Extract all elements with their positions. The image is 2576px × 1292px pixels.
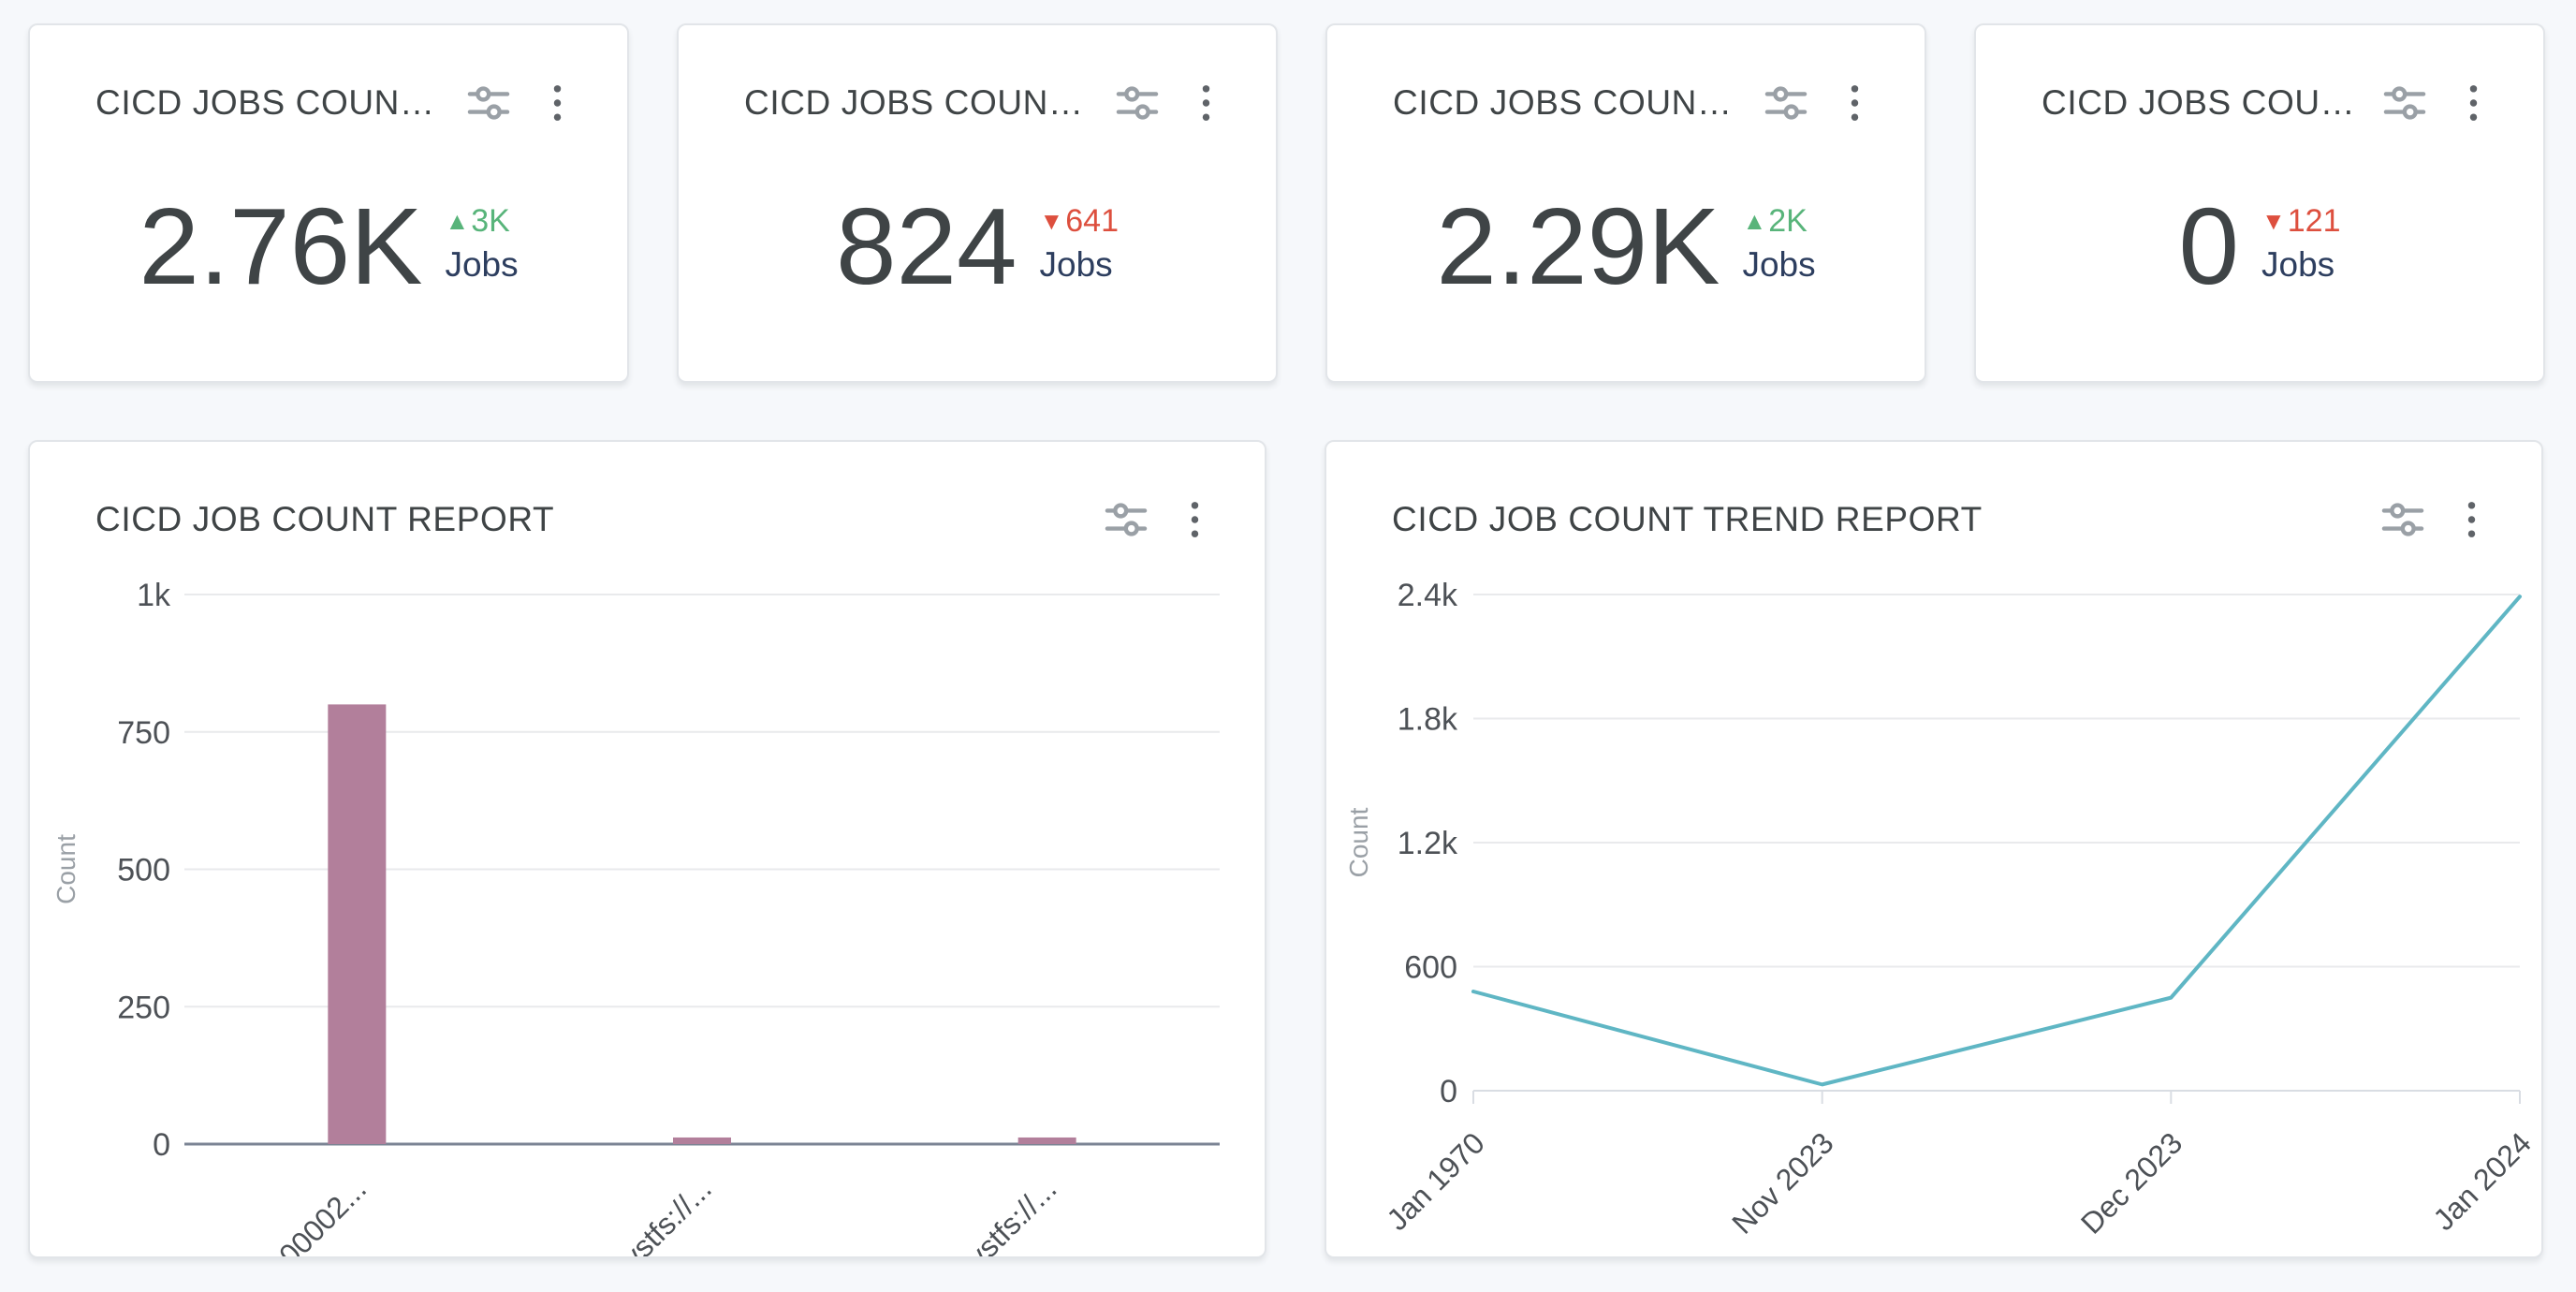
dashboard: CICD JOBS COUNT SINGLE S... 2.76K ▲3K Jo… (0, 0, 2576, 1258)
card-header: CICD JOBS COUNT SINGLE S... (30, 25, 627, 123)
kpi-card-1: CICD JOBS COUNT SINGLE S... 2.76K ▲3K Jo… (28, 23, 629, 383)
trend-arrow-icon: ▼ (1040, 208, 1064, 235)
y-tick-label: 0 (153, 1127, 170, 1163)
y-tick-label: 500 (117, 853, 170, 888)
y-axis-title: Count (51, 834, 80, 904)
card-title: CICD JOB COUNT REPORT (95, 500, 1078, 539)
kpi-value: 0 (2179, 192, 2240, 301)
kebab-menu-icon[interactable] (2467, 500, 2476, 539)
kpi-body: 2.76K ▲3K Jobs (30, 123, 627, 381)
kpi-unit: Jobs (2261, 245, 2334, 285)
card-header: CICD JOB COUNT REPORT (30, 442, 1265, 539)
line-chart-svg: 2.4k 1.8k 1.2k 600 0 Count Jan 1970 Nov 2023 Dec… (1326, 539, 2541, 1256)
card-header: CICD JOBS COUNT SINGLE S... (679, 25, 1276, 123)
kpi-unit: Jobs (1742, 245, 1815, 285)
bar[interactable] (673, 1138, 731, 1144)
card-title: CICD JOBS COUNT SINGLE S... (1393, 83, 1738, 123)
card-actions (1764, 83, 1859, 123)
x-tick-label: vstfs://... (960, 1171, 1063, 1256)
kpi-card-2: CICD JOBS COUNT SINGLE S... 824 ▼641 Job… (677, 23, 1278, 383)
kpi-unit: Jobs (445, 245, 518, 285)
x-tick-label: vstfs://... (615, 1171, 718, 1256)
chart-row: CICD JOB COUNT REPORT 1k 750 500 250 0 Count 0… (28, 440, 2543, 1258)
y-axis-title: Count (1344, 807, 1373, 877)
trend-arrow-icon: ▲ (1742, 208, 1766, 235)
kpi-delta: ▲2K (1742, 204, 1807, 239)
y-tick-label: 1.8k (1398, 702, 1458, 738)
x-tick-label: Jan 2024 (2426, 1125, 2538, 1237)
trend-arrow-icon: ▲ (445, 208, 469, 235)
bar-chart-card: CICD JOB COUNT REPORT 1k 750 500 250 0 Count 0… (28, 440, 1266, 1258)
card-header: CICD JOBS COUNT SINGLE S... (1976, 25, 2543, 123)
kebab-menu-icon[interactable] (1851, 83, 1859, 123)
kpi-card-4: CICD JOBS COUNT SINGLE S... 0 ▼121 Jobs (1974, 23, 2545, 383)
kebab-menu-icon[interactable] (1202, 83, 1210, 123)
kpi-side: ▲3K Jobs (445, 204, 518, 287)
y-tick-label: 600 (1404, 950, 1457, 986)
card-header: CICD JOBS COUNT SINGLE S... (1327, 25, 1925, 123)
trend-line[interactable] (1473, 596, 2520, 1084)
card-actions (2381, 500, 2476, 539)
y-tick-label: 250 (117, 990, 170, 1025)
line-chart[interactable]: 2.4k 1.8k 1.2k 600 0 Count Jan 1970 Nov 2023 Dec… (1326, 539, 2541, 1256)
kpi-delta: ▼121 (2261, 204, 2340, 239)
sliders-icon[interactable] (467, 83, 510, 123)
card-header: CICD JOB COUNT TREND REPORT (1326, 442, 2541, 539)
card-actions (1105, 500, 1199, 539)
sliders-icon[interactable] (2383, 83, 2426, 123)
y-tick-label: 1k (137, 578, 171, 613)
kebab-menu-icon[interactable] (1191, 500, 1199, 539)
kpi-value: 2.76K (139, 192, 422, 301)
kpi-body: 2.29K ▲2K Jobs (1327, 123, 1925, 381)
x-tick-label: Jan 1970 (1380, 1125, 1491, 1237)
y-tick-label: 750 (117, 715, 170, 751)
kpi-value: 824 (836, 192, 1017, 301)
kpi-delta: ▼641 (1040, 204, 1119, 239)
card-title: CICD JOB COUNT TREND REPORT (1392, 500, 2355, 539)
card-title: CICD JOBS COUNT SINGLE S... (2042, 83, 2357, 123)
kebab-menu-icon[interactable] (553, 83, 562, 123)
sliders-icon[interactable] (1116, 83, 1159, 123)
card-actions (2383, 83, 2478, 123)
bar[interactable] (1018, 1138, 1076, 1144)
kpi-side: ▼641 Jobs (1040, 204, 1119, 287)
bar-chart-svg: 1k 750 500 250 0 Count 00000002... vstfs://... v… (30, 539, 1265, 1256)
kpi-body: 824 ▼641 Jobs (679, 123, 1276, 381)
card-actions (1116, 83, 1210, 123)
kpi-unit: Jobs (1040, 245, 1113, 285)
kpi-delta: ▲3K (445, 204, 509, 239)
y-tick-label: 2.4k (1398, 578, 1458, 613)
kebab-menu-icon[interactable] (2469, 83, 2478, 123)
kpi-card-3: CICD JOBS COUNT SINGLE S... 2.29K ▲2K Jo… (1325, 23, 1926, 383)
sliders-icon[interactable] (1764, 83, 1808, 123)
sliders-icon[interactable] (2381, 500, 2424, 539)
card-actions (467, 83, 562, 123)
y-tick-label: 1.2k (1398, 826, 1458, 861)
kpi-side: ▲2K Jobs (1742, 204, 1815, 287)
card-title: CICD JOBS COUNT SINGLE S... (744, 83, 1090, 123)
trend-arrow-icon: ▼ (2261, 208, 2286, 235)
x-tick-label: 00000002... (237, 1171, 373, 1256)
bar-chart[interactable]: 1k 750 500 250 0 Count 00000002... vstfs://... v… (30, 539, 1265, 1256)
x-tick-label: Nov 2023 (1725, 1125, 1839, 1240)
line-chart-card: CICD JOB COUNT TREND REPORT 2.4k 1.8k 1.2k… (1325, 440, 2543, 1258)
x-tick-label: Dec 2023 (2074, 1125, 2188, 1240)
kpi-side: ▼121 Jobs (2261, 204, 2340, 287)
card-title: CICD JOBS COUNT SINGLE S... (95, 83, 441, 123)
kpi-value: 2.29K (1436, 192, 1720, 301)
y-tick-label: 0 (1440, 1074, 1457, 1109)
kpi-row: CICD JOBS COUNT SINGLE S... 2.76K ▲3K Jo… (28, 23, 2543, 383)
bar[interactable] (328, 704, 386, 1144)
sliders-icon[interactable] (1105, 500, 1148, 539)
kpi-body: 0 ▼121 Jobs (1976, 123, 2543, 381)
